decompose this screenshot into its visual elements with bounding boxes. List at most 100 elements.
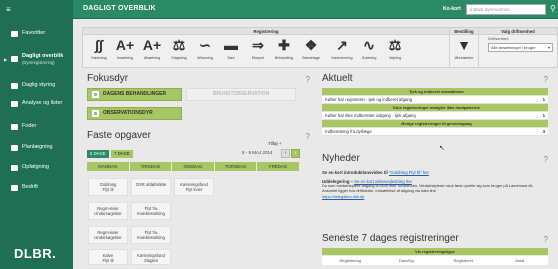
count-badge: 0 [92, 91, 99, 98]
row-count: 1 [542, 113, 545, 118]
sidebar-item-opfolgning[interactable]: Opfølgning [0, 161, 73, 177]
search-icon[interactable]: ⚲ [550, 4, 556, 13]
task-cell[interactable]: Flyt fra Kvæbestalning [131, 226, 171, 244]
back-arrow-icon[interactable]: ≡ [6, 5, 18, 14]
task-cell[interactable]: Kælvningsfund Slagtes [131, 249, 171, 265]
kaelvning-button[interactable]: ∫∫ Kælvning [87, 38, 111, 60]
brunstobservation-button[interactable]: BRUNSTOBSERVATION [186, 88, 296, 101]
overview-icon [11, 56, 18, 62]
row-count: 3 [542, 129, 545, 134]
bestilling-group: Bestilling ▼ Øremærker [450, 28, 478, 67]
task-cell[interactable]: Kælvningsfund Flyt kvier [174, 178, 214, 196]
ear-tag-icon: ▼ [457, 37, 471, 53]
tilfoej-link[interactable]: Tilføj + [268, 141, 281, 146]
seneste-title: Seneste 7 dages registreringer [322, 233, 459, 244]
task-cell[interactable]: Goldning Flyt til [88, 178, 128, 196]
help-icon[interactable]: ? [544, 235, 548, 244]
insemination-icon: ↗ [336, 37, 348, 53]
day-header: TORSDAG [214, 162, 257, 171]
vejning-button[interactable]: ⚖ Vejning [383, 38, 407, 60]
help-icon[interactable]: ? [544, 75, 548, 84]
help-icon[interactable]: ? [544, 155, 548, 164]
sidebar-item-daglig-styring[interactable]: Daglig styring [0, 79, 73, 95]
fokusdyr-title: Fokusdyr [87, 73, 129, 84]
eksport-button[interactable]: ⇒ Eksport [246, 37, 270, 60]
sidebar-item-label: Analyse og lister [22, 100, 63, 106]
nyheder-header: Nyheder ? [322, 153, 548, 167]
sekraetage-button[interactable]: ❖ Sekrætage [299, 38, 323, 60]
export-icon: ⇒ [252, 37, 264, 53]
slaughter-icon: ⚖ [172, 37, 186, 53]
next-week-button[interactable]: › [291, 149, 300, 158]
delegation-link[interactable]: https://delegation.dlbr.dk [322, 194, 364, 199]
followup-icon [11, 165, 18, 171]
oremaerker-button[interactable]: ▼ Øremærker [452, 37, 476, 60]
dagens-behandlinger-button[interactable]: 0 DAGENS BEHANDLINGER [87, 88, 182, 101]
inseminering-button[interactable]: ↗ Inseminering [329, 37, 355, 60]
news-body: Du som medarbejdere adgang til DMS eller… [322, 183, 534, 194]
dehorn-icon: ∽ [199, 37, 211, 53]
sidebar-item-dagligt-overblik[interactable]: ▶ Dagligt overblik (Dyreregistrering) [0, 52, 73, 68]
section-header: Dine registreringer mangler ikke modpart… [322, 104, 548, 112]
registration-type-filter[interactable]: Vis registreringstype [322, 248, 548, 255]
sidebar-item-label: Daglig styring [22, 82, 56, 88]
farm-icon [11, 185, 18, 191]
bestilling-title: Bestilling [450, 28, 478, 35]
aktuelt-table: Tjek og indberet ormaktioner Køber har r… [322, 88, 548, 136]
sidebar-item-foder[interactable]: Foder [0, 120, 73, 136]
doed-button[interactable]: ▬ Død [219, 38, 243, 60]
sidebar-item-label: Opfølgning [22, 164, 49, 170]
active-arrow-icon: ▶ [4, 57, 8, 62]
insaetning-button[interactable]: A+ Insætning [113, 37, 137, 60]
tab-7-dage[interactable]: 7 DAGE [111, 150, 133, 158]
valg-driftsenhed-title: Valg driftsenhed [479, 28, 557, 35]
afhorning-button[interactable]: ∽ Afhorning [193, 37, 217, 60]
faste-opgaver-title: Faste opgaver [87, 130, 151, 141]
date-range: 5 - 9 MAJ 2014 [242, 150, 273, 155]
sidebar: ≡ Favoritter ▶ Dagligt overblik (Dyrereg… [0, 0, 73, 269]
column-header: Dato/Dyr [398, 258, 415, 263]
aktuelt-header: Aktuelt ? [322, 73, 548, 87]
registrering-group: Registrering ∫∫ Kælvning A+ Insætning A+ Af… [83, 28, 449, 67]
aktuelt-row[interactable]: Indberetning fra dyrlæge 3 [322, 128, 548, 136]
goldning-button[interactable]: ∿ Goldning [357, 37, 381, 60]
search-input[interactable]: Indtast dyrenummer... [466, 4, 546, 15]
remove-icon: A+ [142, 37, 162, 53]
tab-5-dage[interactable]: 5 DAGE [87, 150, 109, 158]
behandling-button[interactable]: ✚ Behandling [272, 38, 296, 60]
task-cell[interactable]: Kalve Flyt til [88, 249, 128, 265]
sidebar-item-analyse[interactable]: Analyse og lister [0, 97, 73, 113]
count-badge: 0 [92, 110, 99, 117]
task-cell[interactable]: Regrn-kvier Undersøgelser [88, 202, 128, 220]
task-cell[interactable]: Regrn-køer Undersøgelser [88, 226, 128, 244]
observationsdyr-button[interactable]: 0 OBSERVATIONSDYR [87, 107, 182, 120]
sidebar-item-label: Bedrift [22, 184, 38, 190]
sidebar-item-planlaegning[interactable]: Planlægning [0, 141, 73, 157]
dlbr-logo: DLBR. [14, 246, 57, 261]
sidebar-item-favoritter[interactable]: Favoritter [0, 27, 73, 43]
column-header: Registrering [339, 258, 362, 263]
sidebar-item-bedrift[interactable]: Bedrift [0, 181, 73, 197]
help-icon[interactable]: ? [306, 75, 310, 84]
page-title: DAGLIGT OVERBLIK [83, 5, 156, 12]
driftsenhed-select[interactable]: Alle besætninger i bruger ▾ [488, 43, 553, 52]
section-header: Øvrige registreringer til gennemgang [322, 120, 548, 128]
prev-week-button[interactable]: ‹ [281, 149, 290, 158]
dry-off-icon: ∿ [363, 37, 375, 53]
aktuelt-row[interactable]: Køber har registreret - tjek og indberet… [322, 96, 548, 104]
news-video-link[interactable]: "Goldning Flyt til" her [389, 170, 429, 175]
aktuelt-row[interactable]: Køber har ikke indberettet indgang - tje… [322, 112, 548, 120]
insert-icon: A+ [115, 37, 135, 53]
user-label[interactable]: Ko-kort [443, 6, 461, 12]
slagtning-button[interactable]: ⚖ Slagtning [167, 37, 191, 60]
task-cell[interactable]: OSR afdøbsliste [131, 178, 171, 196]
seneste-header: Seneste 7 dages registreringer ? [322, 233, 548, 247]
sidebar-item-label: Favoritter [22, 30, 46, 36]
task-cell[interactable]: Flyt fra Kvæbestalning [131, 202, 171, 220]
news-content: Se en kort introduktionsvideo til "Goldn… [322, 170, 548, 199]
sidebar-item-sublabel: (Dyreregistrering) [22, 60, 55, 65]
afsaetning-button[interactable]: A+ Afsætning [140, 37, 164, 60]
help-icon[interactable]: ? [306, 132, 310, 141]
day-header: FREDAG [257, 162, 299, 171]
column-header: Antal [515, 258, 525, 263]
